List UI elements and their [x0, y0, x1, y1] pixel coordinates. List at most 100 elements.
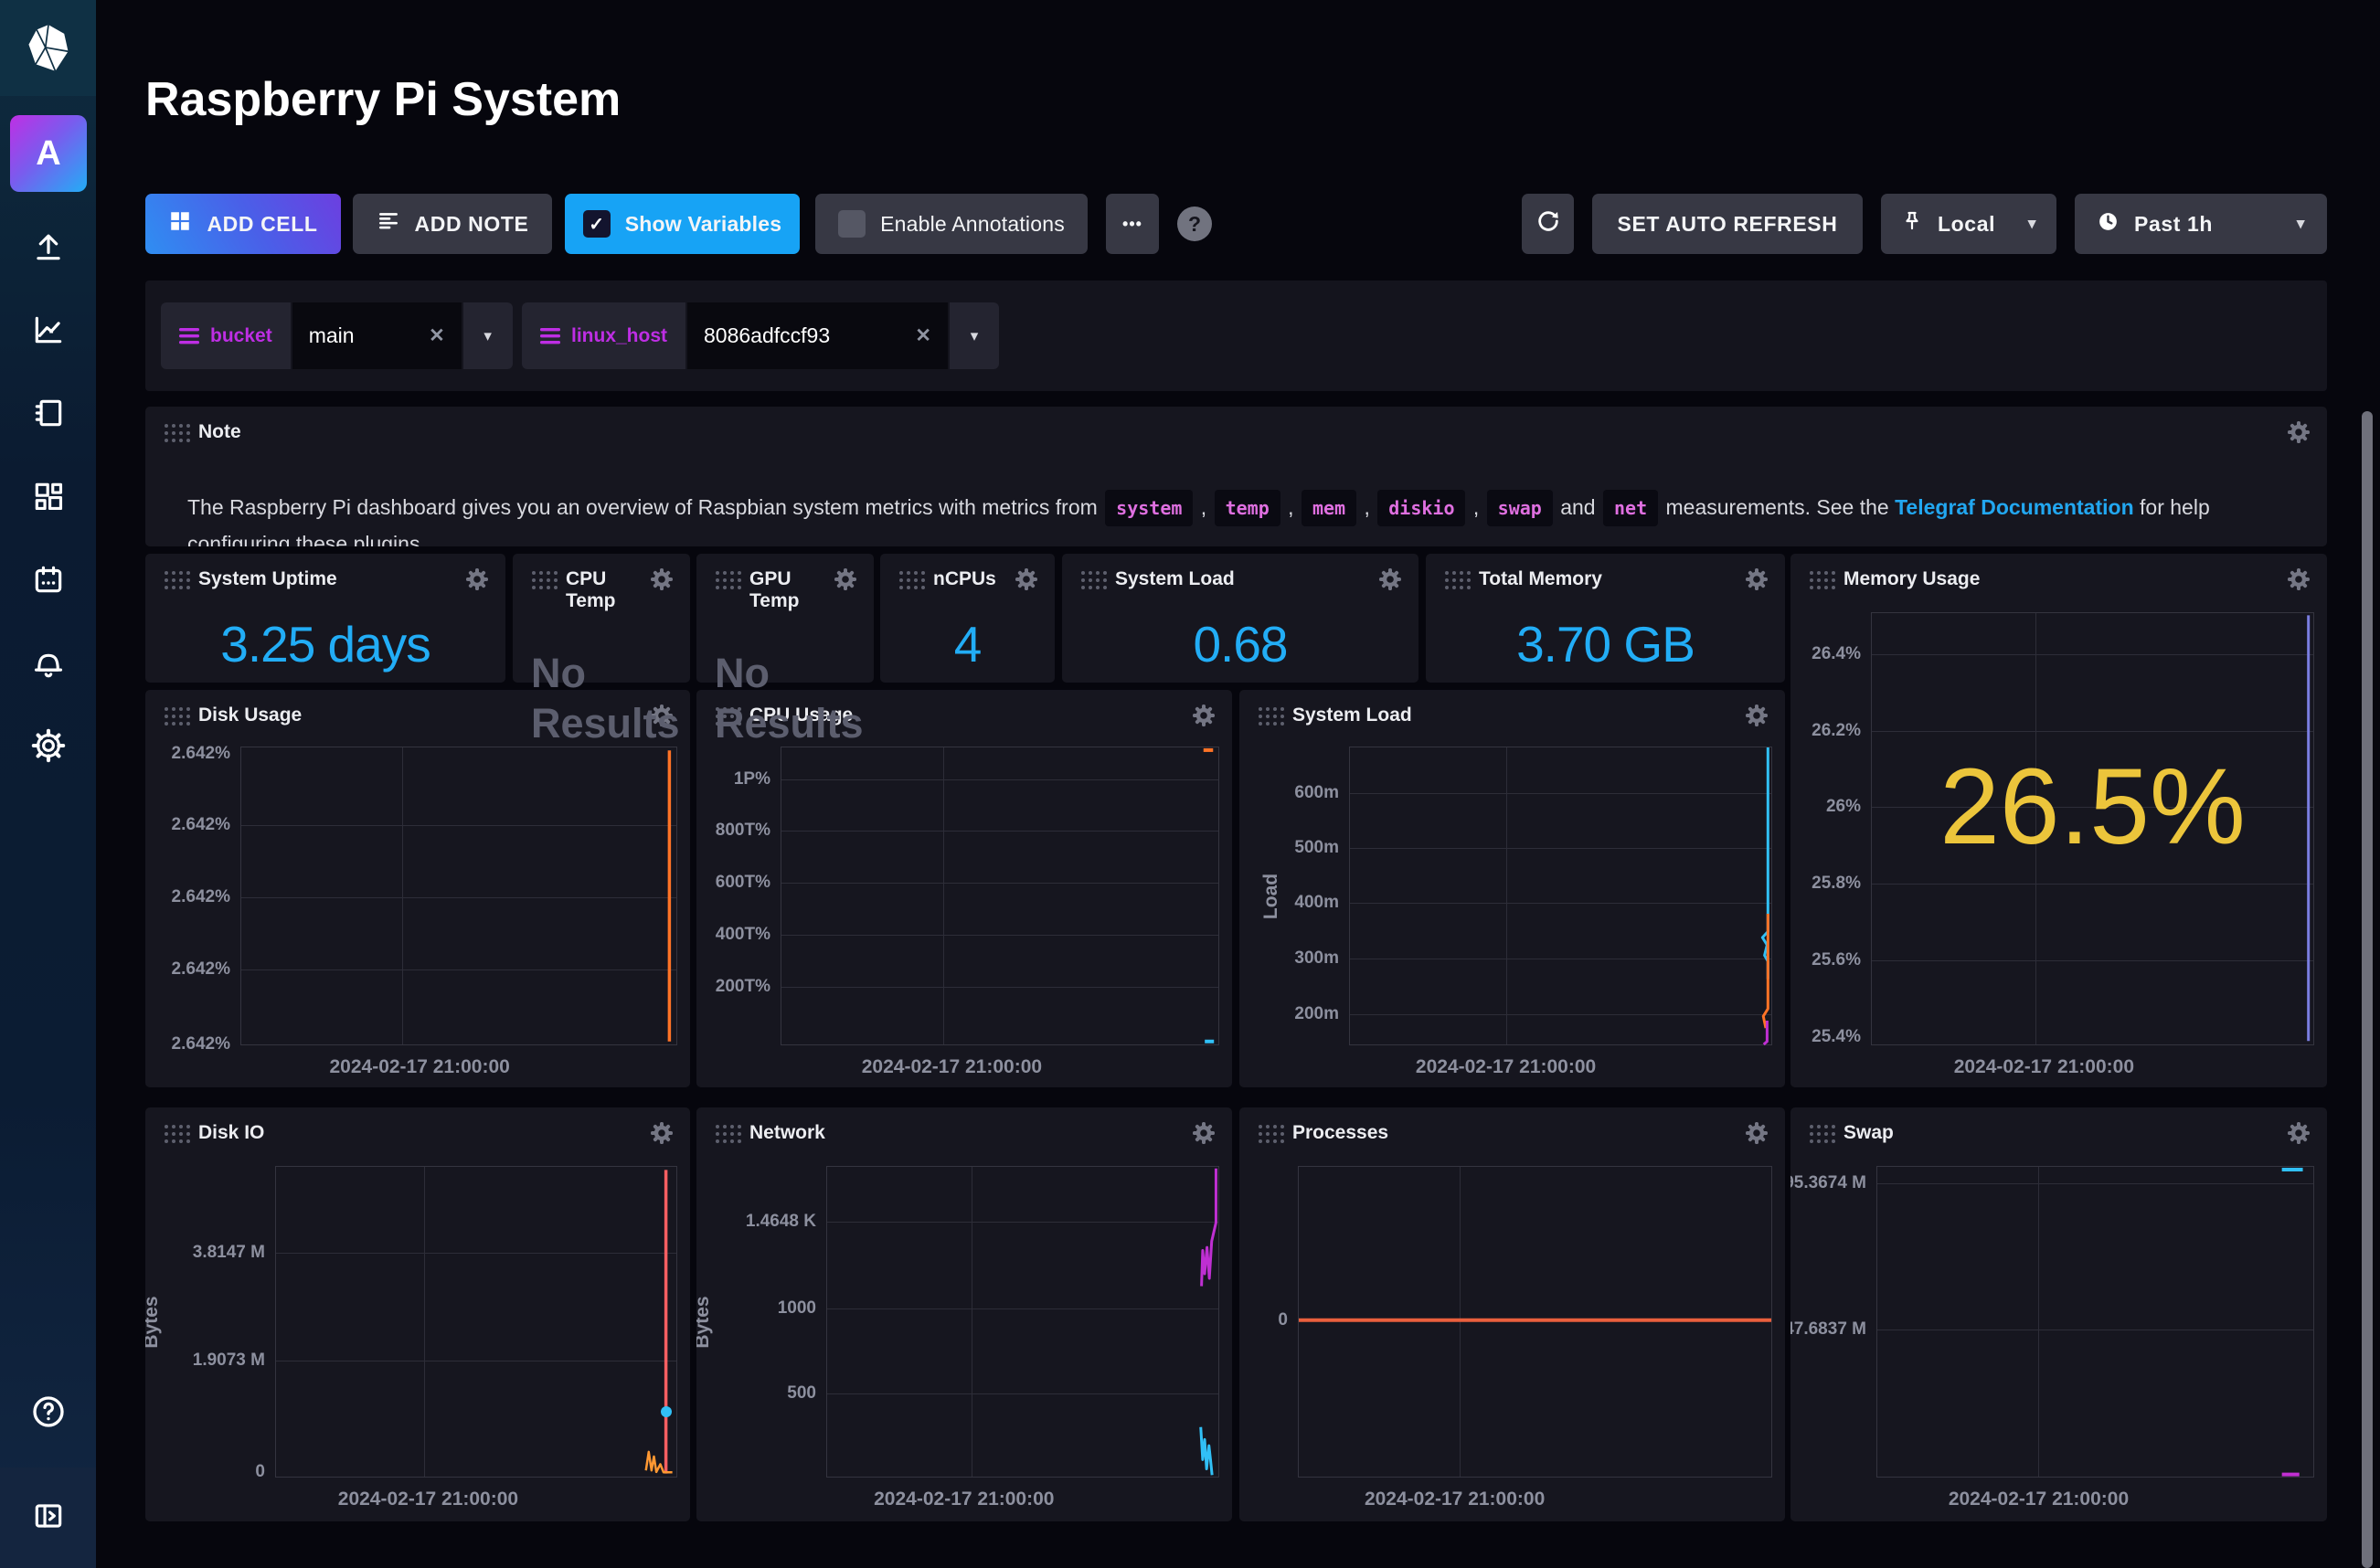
enable-annotations-toggle[interactable]: Enable Annotations	[815, 194, 1088, 254]
clear-icon[interactable]: ✕	[897, 324, 931, 347]
system-load-plot[interactable]: 600m500m400m300m200mLoad2024-02-17 21:00…	[1349, 747, 1772, 1045]
help-icon[interactable]	[0, 1378, 96, 1446]
stat-value: 4	[880, 605, 1055, 683]
y-tick-label: 800T%	[716, 821, 770, 841]
gear-icon[interactable]	[1745, 704, 1769, 732]
sidebar: A	[0, 0, 96, 1568]
gear-icon[interactable]	[650, 567, 674, 596]
drag-handle-icon[interactable]	[164, 706, 191, 731]
y-tick-label: 1P%	[734, 769, 770, 789]
drag-handle-icon[interactable]	[1258, 1124, 1285, 1149]
drag-handle-icon[interactable]	[531, 570, 558, 595]
dashboards-icon[interactable]	[0, 462, 96, 530]
x-tick-label: 2024-02-17 21:00:00	[329, 1056, 509, 1078]
cell-title: Network	[749, 1122, 825, 1144]
set-auto-refresh-button[interactable]: SET AUTO REFRESH	[1592, 194, 1863, 254]
x-tick-label: 2024-02-17 21:00:00	[874, 1489, 1054, 1510]
no-results-text: No Results	[715, 649, 861, 749]
memory-usage-plot[interactable]: 26.4%26.2%26%25.8%25.6%25.4%26.5%2024-02…	[1871, 612, 2314, 1045]
network-plot[interactable]: 1.4648 K1000500Bytes2024-02-17 21:00:00	[826, 1166, 1219, 1478]
chart-cell-network: Network 1.4648 K1000500Bytes2024-02-17 2…	[696, 1107, 1232, 1521]
vertical-scrollbar[interactable]	[2362, 411, 2373, 1568]
disk-io-plot[interactable]: 3.8147 M1.9073 M0Bytes2024-02-17 21:00:0…	[275, 1166, 677, 1478]
y-tick-label: 2.642%	[172, 887, 230, 907]
more-options-button[interactable]: •••	[1106, 194, 1159, 254]
gear-icon[interactable]	[834, 567, 857, 596]
gear-icon[interactable]	[1745, 567, 1769, 596]
stat-value: 0.68	[1062, 605, 1418, 683]
variable-value-dropdown[interactable]: 8086adfccf93 ✕	[687, 302, 948, 369]
stat-value: 3.70 GB	[1426, 605, 1785, 683]
variable-label: bucket	[161, 302, 291, 369]
refresh-button[interactable]	[1522, 194, 1574, 254]
swap-plot[interactable]: 95.3674 M47.6837 M2024-02-17 21:00:00	[1876, 1166, 2314, 1478]
add-note-button[interactable]: ADD NOTE	[353, 194, 552, 254]
y-tick-label: 200m	[1294, 1004, 1339, 1024]
settings-icon[interactable]	[0, 712, 96, 779]
chart-cell-memory-usage: Memory Usage 26.4%26.2%26%25.8%25.6%25.4…	[1790, 554, 2327, 1087]
graphs-icon[interactable]	[0, 296, 96, 364]
alerts-icon[interactable]	[0, 630, 96, 697]
drag-handle-icon[interactable]	[1444, 570, 1472, 595]
gear-icon[interactable]	[1192, 1121, 1216, 1150]
gear-icon[interactable]	[1745, 1121, 1769, 1150]
cell-title: Disk Usage	[198, 705, 302, 726]
gear-icon[interactable]	[1192, 704, 1216, 732]
processes-plot[interactable]: 02024-02-17 21:00:00	[1298, 1166, 1772, 1478]
drag-handle-icon[interactable]	[715, 570, 742, 595]
upload-icon[interactable]	[0, 213, 96, 281]
variable-value-dropdown[interactable]: main ✕	[292, 302, 462, 369]
drag-handle-icon[interactable]	[715, 1124, 742, 1149]
gear-icon[interactable]	[2287, 567, 2311, 596]
checkbox-empty-icon[interactable]	[838, 210, 866, 238]
gear-icon[interactable]	[1015, 567, 1038, 596]
timezone-dropdown[interactable]: Local ▾	[1881, 194, 2056, 254]
drag-handle-icon[interactable]	[1258, 706, 1285, 731]
drag-handle-icon[interactable]	[164, 570, 191, 595]
drag-handle-icon[interactable]	[164, 1124, 191, 1149]
clear-icon[interactable]: ✕	[410, 324, 445, 347]
gear-icon[interactable]	[650, 1121, 674, 1150]
y-tick-label: 26.4%	[1812, 644, 1861, 664]
gear-icon[interactable]	[2287, 1121, 2311, 1150]
note-lines-icon	[377, 209, 400, 238]
add-cell-button[interactable]: ADD CELL	[145, 194, 341, 254]
clock-icon	[2097, 210, 2120, 238]
cell-title: Swap	[1843, 1122, 1894, 1144]
y-tick-label: 400T%	[716, 925, 770, 945]
y-axis-title: Load	[1260, 873, 1282, 918]
telegraf-docs-link[interactable]: Telegraf Documentation	[1895, 495, 2134, 519]
tasks-icon[interactable]	[0, 546, 96, 613]
cell-title: Note	[198, 421, 241, 443]
influxdb-logo[interactable]	[0, 0, 96, 96]
time-range-dropdown[interactable]: Past 1h ▾	[2075, 194, 2327, 254]
y-tick-label: 0	[255, 1462, 265, 1482]
show-variables-toggle[interactable]: ✓ Show Variables	[565, 194, 800, 254]
stat-cell-ncpus: nCPUs 4	[880, 554, 1055, 683]
gear-icon[interactable]	[2287, 420, 2311, 449]
variable-caret[interactable]: ▾	[463, 302, 513, 369]
show-variables-label: Show Variables	[625, 212, 782, 237]
measurement-chip: net	[1603, 490, 1658, 526]
drag-handle-icon[interactable]	[898, 570, 926, 595]
cell-title: Processes	[1292, 1122, 1388, 1144]
notebooks-icon[interactable]	[0, 379, 96, 447]
drag-handle-icon[interactable]	[1809, 570, 1836, 595]
disk-usage-plot[interactable]: 2.642%2.642%2.642%2.642%2.642%2024-02-17…	[240, 747, 677, 1045]
variable-caret[interactable]: ▾	[950, 302, 999, 369]
expand-sidebar-icon[interactable]	[0, 1482, 96, 1550]
drag-handle-icon[interactable]	[1080, 570, 1108, 595]
avatar[interactable]: A	[10, 115, 87, 192]
variable-bucket: bucket main ✕ ▾	[161, 302, 513, 369]
measurement-chip: diskio	[1377, 490, 1465, 526]
chart-cell-system-load: System Load 600m500m400m300m200mLoad2024…	[1239, 690, 1785, 1087]
cpu-usage-plot[interactable]: 1P%800T%600T%400T%200T%2024-02-17 21:00:…	[781, 747, 1219, 1045]
drag-handle-icon[interactable]	[164, 423, 191, 448]
gear-icon[interactable]	[1378, 567, 1402, 596]
page-title: Raspberry Pi System	[145, 72, 621, 127]
help-badge[interactable]: ?	[1177, 207, 1212, 241]
gear-icon[interactable]	[465, 567, 489, 596]
y-axis-title: Bytes	[145, 1296, 163, 1348]
drag-handle-icon[interactable]	[1809, 1124, 1836, 1149]
checkbox-checked-icon[interactable]: ✓	[583, 210, 611, 238]
